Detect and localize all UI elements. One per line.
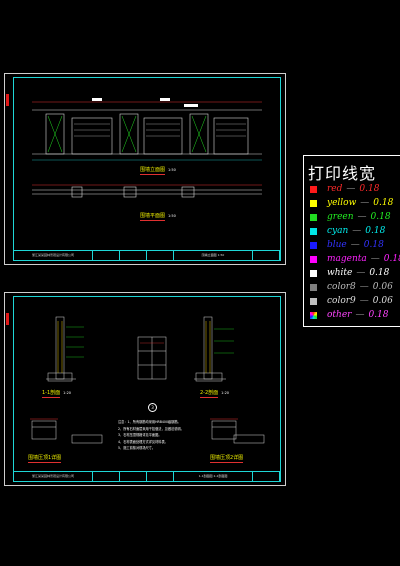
construction-notes: 注意：1、所有钢筋均采用HRB400级钢筋。 2、所有石材面层采用干挂做法，见做… [118, 419, 184, 452]
drawing-sheet-1: 围墙立面图 1:50 围墙平面图 1:50 浙江某某园林景观设计有限公司 围墙立面图… [4, 73, 286, 265]
caption-wall-elevation: 围墙立面图 1:50 [140, 167, 176, 175]
legend-row-color8: color8—0.06 [310, 282, 393, 292]
section-2-2-drawing [194, 316, 234, 382]
section-1-1-drawing [46, 316, 84, 382]
legend-row-red: red —0.18 [310, 184, 379, 194]
legend-line-width: 0.18 [359, 184, 380, 194]
color-swatch-blue [310, 241, 317, 249]
legend-dash: — [350, 240, 360, 250]
sheet-1-frame: 围墙立面图 1:50 围墙平面图 1:50 浙江某某园林景观设计有限公司 围墙立面图… [13, 77, 281, 261]
color-swatch-green [310, 213, 317, 221]
legend-dash: — [359, 282, 369, 292]
legend-row-white: white —0.18 [310, 268, 389, 278]
legend-dash: — [359, 296, 369, 306]
legend-dash: — [370, 254, 380, 264]
legend-color-name: yellow [327, 198, 357, 208]
legend-color-name: other [327, 310, 352, 320]
legend-color-name: color9 [327, 296, 356, 306]
caption-section-1-1: 1-1剖面 1:20 [42, 390, 72, 398]
color-swatch-yellow [310, 199, 317, 207]
legend-color-name: green [327, 212, 354, 222]
legend-row-color9: color9—0.06 [310, 296, 393, 306]
legend-line-width: 0.06 [372, 282, 393, 292]
caption-coping-detail-2: 围墙压顶2详图 [210, 455, 244, 463]
legend-dash: — [355, 310, 365, 320]
sheet-1-title-block: 浙江某某园林景观设计有限公司 围墙立面图 1:50 [14, 250, 280, 260]
caption-section-2-2: 2-2剖面 1:20 [200, 390, 230, 398]
legend-row-magenta: magenta—0.18 [310, 254, 400, 264]
legend-line-width: 0.18 [365, 226, 386, 236]
legend-line-width: 0.18 [370, 212, 391, 222]
legend-color-name: magenta [327, 254, 367, 264]
legend-line-width: 0.18 [373, 198, 394, 208]
detail-marker-circle: 3 [148, 403, 157, 412]
legend-color-name: white [327, 268, 353, 278]
legend-color-name: red [327, 184, 343, 194]
sheet-2-title-block: 浙江某某园林景观设计有限公司 1-1剖面图 2-2剖面图 [14, 471, 280, 481]
caption-coping-detail-1: 围墙压顶1详图 [28, 455, 62, 463]
legend-dash: — [357, 212, 367, 222]
legend-line-width: 0.06 [372, 296, 393, 306]
legend-row-green: green —0.18 [310, 212, 391, 222]
legend-title: 打印线宽 [308, 164, 377, 183]
legend-dash: — [352, 226, 362, 236]
sheet-2-margin-mark [6, 313, 9, 325]
legend-color-name: cyan [327, 226, 349, 236]
sheet-1-company: 浙江某某园林景观设计有限公司 [14, 251, 93, 260]
sheet-1-drawing-title: 围墙立面图 1:50 [174, 251, 253, 260]
note-line: 注意：1、所有钢筋均采用HRB400级钢筋。 [118, 420, 181, 424]
wall-plan-drawing [32, 184, 262, 198]
color-swatch-red [310, 185, 317, 193]
color-swatch-color9 [310, 297, 317, 305]
legend-line-width: 0.18 [369, 268, 390, 278]
legend-color-name: color8 [327, 282, 356, 292]
coping-detail-2b-drawing [233, 434, 265, 444]
wall-joint-detail-drawing [137, 336, 167, 380]
sheet-2-frame: 1-1剖面 1:20 3 2-2剖面 1:20 围墙压顶1详图 围墙压顶2详图 … [13, 296, 281, 482]
legend-color-name: blue [327, 240, 347, 250]
note-line: 5、施工前核对现场尺寸。 [118, 446, 156, 450]
sheet-2-drawing-title: 1-1剖面图 2-2剖面图 [174, 472, 253, 481]
legend-line-width: 0.18 [363, 240, 384, 250]
color-swatch-other [310, 311, 317, 319]
legend-row-other: other —0.18 [310, 310, 389, 320]
legend-row-cyan: cyan —0.18 [310, 226, 385, 236]
drawing-sheet-2: 1-1剖面 1:20 3 2-2剖面 1:20 围墙压顶1详图 围墙压顶2详图 … [4, 292, 286, 486]
legend-row-yellow: yellow —0.18 [310, 198, 393, 208]
sheet-1-margin-mark [6, 94, 9, 106]
legend-dash: — [356, 268, 366, 278]
legend-dash: — [346, 184, 356, 194]
sheet-2-company: 浙江某某园林景观设计有限公司 [14, 472, 93, 481]
print-lineweight-legend: 打印线宽 red —0.18 yellow —0.18 green —0.18 cyan —0… [303, 155, 400, 327]
wall-elevation-drawing [32, 98, 262, 161]
color-swatch-magenta [310, 255, 317, 263]
legend-line-width: 0.18 [383, 254, 400, 264]
legend-dash: — [360, 198, 370, 208]
legend-line-width: 0.18 [368, 310, 389, 320]
coping-detail-1-drawing [30, 418, 58, 440]
caption-wall-plan: 围墙平面图 1:50 [140, 213, 176, 221]
color-swatch-color8 [310, 283, 317, 291]
coping-detail-1b-drawing [71, 434, 103, 444]
legend-row-blue: blue —0.18 [310, 240, 384, 250]
color-swatch-cyan [310, 227, 317, 235]
color-swatch-white [310, 269, 317, 277]
